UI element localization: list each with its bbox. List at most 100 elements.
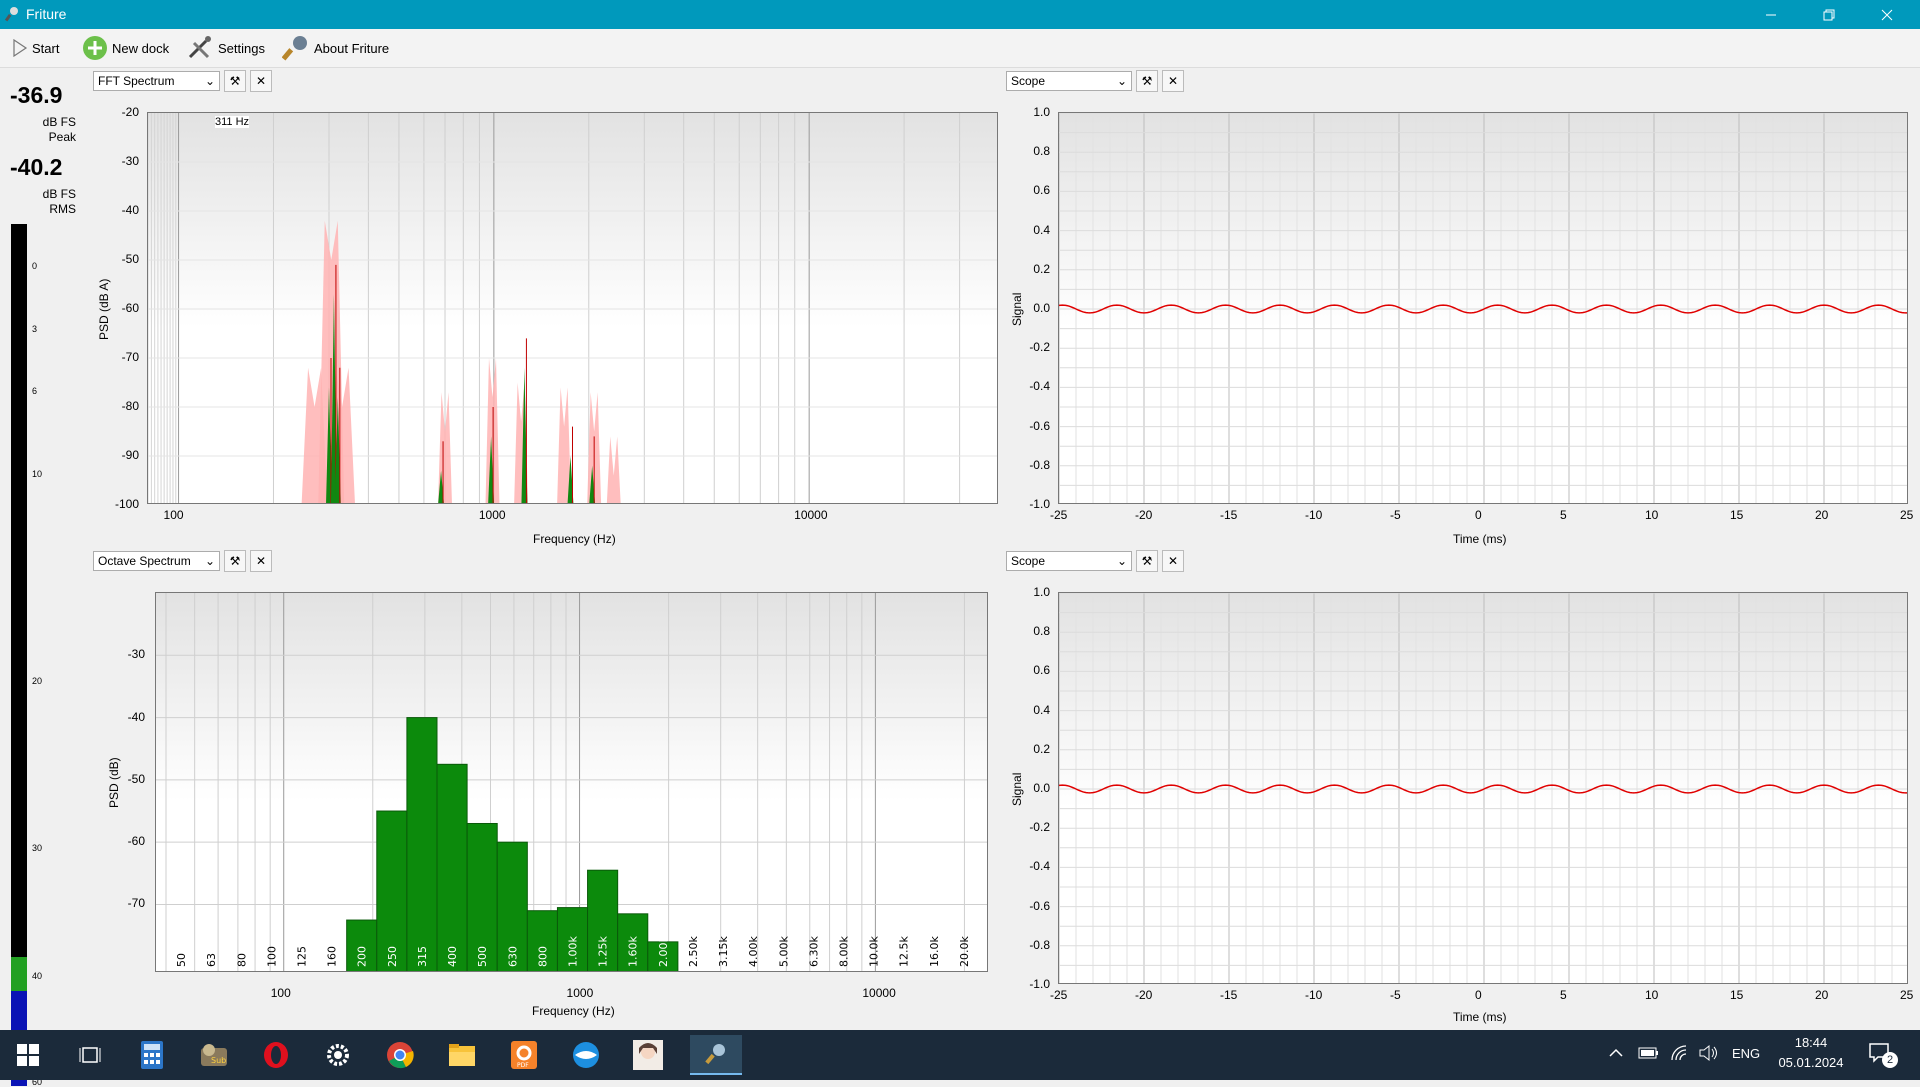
scope_bottom-x-tick-label: -10 bbox=[1305, 988, 1323, 1002]
scope-top-settings-button[interactable]: ⚒ bbox=[1136, 70, 1158, 92]
task-view-button[interactable] bbox=[70, 1035, 110, 1075]
scope-top-selector[interactable]: Scope ⌄ bbox=[1006, 71, 1132, 91]
octave-bar-label: 8.00k bbox=[838, 936, 851, 967]
meter-tick-label: 40 bbox=[32, 970, 43, 981]
octave-bar-label: 250 bbox=[386, 946, 399, 967]
octave-settings-button[interactable]: ⚒ bbox=[224, 550, 246, 572]
chrome-button[interactable] bbox=[380, 1035, 420, 1075]
scope-top-y-axis-label: Signal bbox=[1010, 292, 1024, 326]
meter-tick-label: 0 bbox=[32, 261, 38, 272]
scope-top-header: Scope ⌄ ⚒ ✕ bbox=[1006, 70, 1184, 92]
octave-plot-canvas[interactable]: 50 63 80 100 125 160 200 250 315 400 500 630 800 1.00… bbox=[155, 592, 988, 972]
fft-dock-selector[interactable]: FFT Spectrum ⌄ bbox=[93, 71, 220, 91]
start-button[interactable]: Start bbox=[12, 36, 59, 60]
opera-button[interactable] bbox=[256, 1035, 296, 1075]
scope_bottom-x-tick-label: -25 bbox=[1050, 988, 1068, 1002]
new-dock-button[interactable]: New dock bbox=[82, 36, 169, 60]
chrome-icon bbox=[387, 1042, 414, 1069]
sub-app-button[interactable]: Sub bbox=[194, 1035, 234, 1075]
settings-app-button[interactable] bbox=[318, 1035, 358, 1075]
fft-plot-canvas[interactable]: 311 Hz bbox=[147, 112, 998, 504]
clock-date[interactable]: 05.01.2024 bbox=[1774, 1055, 1848, 1070]
fft-close-button[interactable]: ✕ bbox=[250, 70, 272, 92]
scope-bottom-settings-button[interactable]: ⚒ bbox=[1136, 550, 1158, 572]
octave-close-button[interactable]: ✕ bbox=[250, 550, 272, 572]
scope_bottom-y-tick-label: -0.4 bbox=[1029, 859, 1050, 874]
fft-y-tick-label: -20 bbox=[121, 105, 139, 119]
network-app-button[interactable] bbox=[566, 1035, 606, 1075]
scope-top-canvas[interactable] bbox=[1058, 112, 1908, 504]
fft-y-tick-label: -70 bbox=[121, 350, 139, 364]
scope_top-y-tick-label: 0.2 bbox=[1033, 261, 1050, 276]
about-button[interactable]: About Friture bbox=[282, 36, 389, 61]
calculator-button[interactable] bbox=[132, 1035, 172, 1075]
language-indicator[interactable]: ENG bbox=[1732, 1046, 1760, 1061]
scope_top-y-tick-label: -1.0 bbox=[1029, 497, 1050, 511]
show-hidden-icons-button[interactable] bbox=[1608, 1045, 1628, 1065]
opera-icon bbox=[264, 1042, 288, 1068]
anime-app-button[interactable] bbox=[628, 1035, 668, 1075]
octave-bar-label: 3.15k bbox=[717, 936, 730, 967]
scope_bottom-x-tick-label: -20 bbox=[1135, 988, 1153, 1002]
toolbar: Start New dock Settings About Friture bbox=[0, 29, 1920, 68]
taskbar: Sub PDF ENG 18:44 05.01.2024 2 bbox=[0, 1030, 1920, 1080]
minimize-icon bbox=[1766, 14, 1776, 15]
octave-bar-label: 50 bbox=[175, 953, 188, 967]
scope-bottom-y-axis-label: Signal bbox=[1010, 772, 1024, 806]
fft-y-tick-label: -90 bbox=[121, 448, 139, 462]
octave-bar-label: 6.30k bbox=[807, 936, 820, 967]
restore-button[interactable] bbox=[1800, 0, 1858, 29]
file-explorer-button[interactable] bbox=[442, 1035, 482, 1075]
octave-bar-label: 5.00k bbox=[777, 936, 790, 967]
scope_top-y-tick-label: -0.4 bbox=[1029, 379, 1050, 394]
scope_bottom-x-tick-label: -15 bbox=[1220, 988, 1238, 1002]
fft-settings-button[interactable]: ⚒ bbox=[224, 70, 246, 92]
close-icon bbox=[1881, 9, 1893, 20]
octave-dock-selector[interactable]: Octave Spectrum ⌄ bbox=[93, 551, 220, 571]
scope_top-y-tick-label: 0.8 bbox=[1033, 144, 1050, 159]
octave-bar-label: 16.0k bbox=[928, 936, 941, 967]
scope_bottom-y-tick-label: 1.0 bbox=[1033, 585, 1050, 599]
fft-y-tick-label: -80 bbox=[121, 399, 139, 413]
svg-text:Sub: Sub bbox=[211, 1056, 226, 1065]
octave-bar-label: 160 bbox=[326, 946, 339, 967]
scope-bottom-close-button[interactable]: ✕ bbox=[1162, 550, 1184, 572]
octave-x-axis-label: Frequency (Hz) bbox=[532, 1004, 615, 1018]
start-menu-button[interactable] bbox=[8, 1035, 48, 1075]
scope_top-x-tick-label: 0 bbox=[1475, 508, 1482, 522]
fft-y-tick-label: -100 bbox=[114, 497, 139, 511]
fft-x-tick-label: 1000 bbox=[478, 508, 506, 522]
chevron-up-icon bbox=[1609, 1048, 1623, 1057]
clock-time[interactable]: 18:44 bbox=[1774, 1035, 1848, 1050]
settings-button[interactable]: Settings bbox=[186, 36, 265, 60]
peak-unit: dB FS bbox=[42, 115, 76, 129]
wifi-tray[interactable] bbox=[1670, 1044, 1690, 1065]
scope_top-x-tick-label: 20 bbox=[1815, 508, 1829, 522]
scope_bottom-x-tick-label: -5 bbox=[1390, 988, 1401, 1002]
minimize-button[interactable] bbox=[1742, 0, 1800, 29]
scope_top-x-tick-label: -5 bbox=[1390, 508, 1401, 522]
octave-dock-selector-label: Octave Spectrum bbox=[98, 554, 191, 568]
rms-value: -40.2 bbox=[10, 154, 63, 180]
meter-tick-label: 3 bbox=[32, 323, 38, 334]
scope_top-x-tick-label: -15 bbox=[1220, 508, 1238, 522]
scope_bottom-y-tick-label: 0.0 bbox=[1033, 781, 1050, 795]
notifications-button[interactable]: 2 bbox=[1868, 1042, 1898, 1070]
battery-tray[interactable] bbox=[1638, 1045, 1660, 1064]
friture-icon bbox=[705, 1044, 725, 1065]
meter-tick-label: 6 bbox=[32, 385, 38, 396]
scope-bottom-canvas[interactable] bbox=[1058, 592, 1908, 984]
fft-spectrum-envelope bbox=[606, 436, 621, 503]
scope-top-close-button[interactable]: ✕ bbox=[1162, 70, 1184, 92]
scope-bottom-selector[interactable]: Scope ⌄ bbox=[1006, 551, 1132, 571]
octave-bar-label: 100 bbox=[265, 946, 278, 967]
volume-tray[interactable] bbox=[1698, 1044, 1720, 1065]
pdf-app-button[interactable]: PDF bbox=[504, 1035, 544, 1075]
fft-x-tick-label: 100 bbox=[163, 508, 184, 522]
octave-y-tick-label: -30 bbox=[127, 647, 145, 662]
friture-taskbar-button[interactable] bbox=[690, 1035, 742, 1075]
scope_top-y-tick-label: -0.8 bbox=[1029, 457, 1050, 472]
close-button[interactable] bbox=[1858, 0, 1916, 29]
octave-bar-label: 2.50k bbox=[687, 936, 700, 967]
octave-bar-label: 63 bbox=[205, 953, 218, 967]
